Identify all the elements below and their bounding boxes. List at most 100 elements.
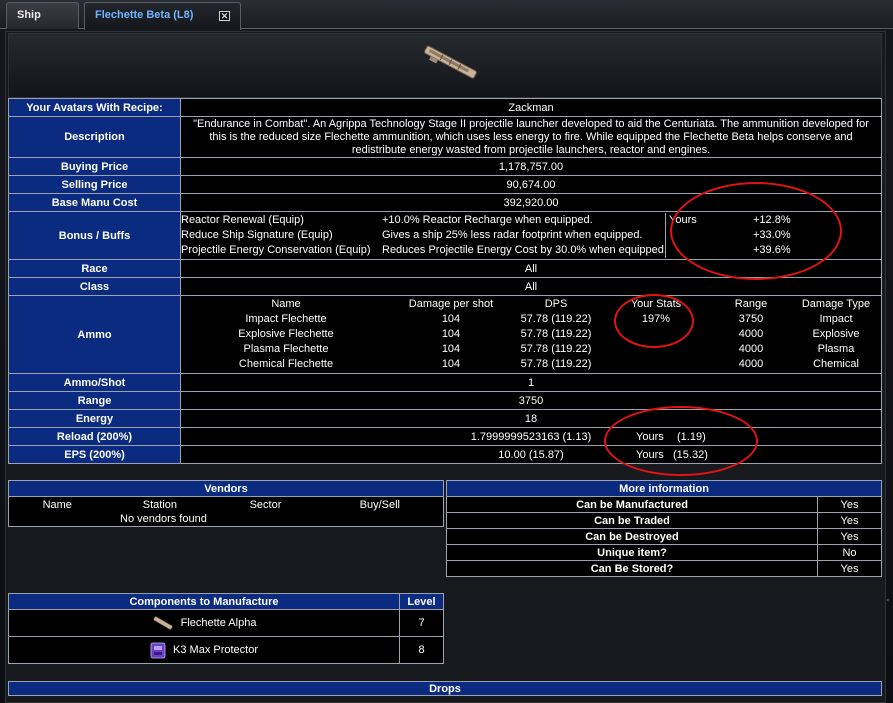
component-name-cell[interactable]: K3 Max Protector: [8, 636, 400, 664]
buying-price-label: Buying Price: [8, 157, 181, 176]
ammo-name: Chemical Flechette: [238, 358, 334, 370]
ammo-range: 3750: [738, 313, 764, 325]
component-name-cell[interactable]: Flechette Alpha: [8, 609, 400, 637]
ammo-range: 4000: [738, 343, 764, 355]
avatars-value: Zackman: [180, 98, 882, 117]
component-level: 8: [399, 636, 444, 664]
components-level-header: Level: [399, 593, 444, 610]
component-name[interactable]: Flechette Alpha: [181, 617, 257, 629]
buying-price-value: 1,178,757.00: [180, 157, 882, 176]
ammo-header: Damage per shot: [408, 298, 494, 310]
class-value: All: [180, 277, 882, 296]
ammo-name: Plasma Flechette: [243, 343, 329, 355]
reload-yours-value: (1.19): [677, 430, 706, 443]
base-manu-cost-row: Base Manu Cost 392,920.00: [8, 193, 882, 212]
more-info-label: Can be Destroyed: [446, 528, 818, 545]
component-row[interactable]: K3 Max Protector 8: [8, 636, 444, 664]
energy-label: Energy: [8, 409, 181, 428]
base-manu-cost-value: 392,920.00: [180, 193, 882, 212]
tab-label: Flechette Beta (L8): [95, 9, 194, 21]
ammo-cell: Name Damage per shot DPS Your Stats Rang…: [180, 295, 882, 374]
tab-ship-view[interactable]: Ship View: [6, 2, 79, 46]
reload-value: 1.7999999523163 (1.13): [470, 430, 592, 443]
ammo-dps: 57.78 (119.22): [520, 328, 592, 340]
ammo-range: 4000: [738, 358, 764, 370]
vendors-empty-message: No vendors found: [8, 512, 444, 527]
bonus-label: Bonus / Buffs: [8, 211, 181, 260]
tab-flechette-beta[interactable]: Flechette Beta (L8) ✕: [84, 2, 241, 30]
energy-row: Energy 18: [8, 409, 882, 428]
more-info-label: Unique item?: [446, 544, 818, 561]
ammo-shot-value: 1: [180, 373, 882, 392]
ammo-name: Explosive Flechette: [238, 328, 334, 340]
eps-label: EPS (200%): [8, 445, 181, 464]
vendors-header-station: Station: [105, 496, 215, 513]
race-label: Race: [8, 259, 181, 278]
flechette-launcher-icon: [152, 616, 173, 630]
more-info-label: Can be Traded: [446, 512, 818, 529]
eps-cell: 10.00 (15.87) Yours (15.32): [180, 445, 882, 464]
bonus-name: Projectile Energy Conservation (Equip): [181, 244, 371, 256]
ammo-range: 4000: [738, 328, 764, 340]
bonus-yours-value: +33.0%: [753, 229, 791, 241]
more-info-label: Can be Manufactured: [446, 496, 818, 513]
ammo-header: Your Stats: [630, 298, 682, 310]
ammo-row: Ammo Name Damage per shot DPS Your Stats…: [8, 295, 882, 374]
ammo-your-stats: 197%: [641, 313, 671, 325]
vendors-header-sector: Sector: [214, 496, 317, 513]
ammo-shot-row: Ammo/Shot 1: [8, 373, 882, 392]
eps-yours-label: Yours: [636, 448, 664, 461]
ammo-header: Range: [734, 298, 768, 310]
bonus-yours-label: Yours: [665, 213, 753, 228]
reload-yours-label: Yours: [636, 430, 664, 443]
drops-table: Drops: [8, 681, 882, 696]
vendors-header-buysell: Buy/Sell: [316, 496, 444, 513]
description-row: Description "Endurance in Combat". An Ag…: [8, 116, 882, 158]
race-value: All: [180, 259, 882, 278]
flechette-launcher-icon: [424, 45, 477, 79]
bonus-effect: Reduces Projectile Energy Cost by 30.0% …: [382, 244, 667, 256]
close-tab-icon[interactable]: ✕: [219, 11, 230, 21]
ammo-type: Impact: [819, 313, 853, 325]
more-info-value: Yes: [817, 512, 882, 529]
ammo-your-stats: [601, 342, 711, 357]
component-level: 7: [399, 609, 444, 637]
more-info-label: Can Be Stored?: [446, 560, 818, 577]
ammo-damage: 104: [441, 313, 461, 325]
description-value: "Endurance in Combat". An Agrippa Techno…: [180, 116, 882, 158]
bonus-name: Reduce Ship Signature (Equip): [181, 229, 333, 241]
avatars-label: Your Avatars With Recipe:: [8, 98, 181, 117]
bonus-name: Reactor Renewal (Equip): [181, 214, 304, 226]
ammo-label: Ammo: [8, 295, 181, 374]
range-label: Range: [8, 391, 181, 410]
component-name[interactable]: K3 Max Protector: [173, 644, 258, 656]
bonus-yours-label: [665, 243, 753, 258]
components-table: Components to Manufacture Level Flechett…: [8, 593, 444, 664]
reload-row: Reload (200%) 1.7999999523163 (1.13) You…: [8, 427, 882, 446]
ammo-type: Plasma: [817, 343, 855, 355]
ammo-damage: 104: [441, 358, 461, 370]
ammo-your-stats: [601, 327, 711, 342]
vendors-table: Vendors Name Station Sector Buy/Sell No …: [8, 480, 444, 527]
more-info-value: Yes: [817, 528, 882, 545]
class-row: Class All: [8, 277, 882, 296]
components-title: Components to Manufacture: [8, 593, 400, 610]
ammo-dps: 57.78 (119.22): [520, 343, 592, 355]
more-info-value: Yes: [817, 496, 882, 513]
bonus-yours-value: +12.8%: [753, 214, 791, 226]
component-row[interactable]: Flechette Alpha 7: [8, 609, 444, 637]
more-info-table: More information Can be Manufactured Yes …: [446, 480, 882, 577]
range-row: Range 3750: [8, 391, 882, 410]
ammo-damage: 104: [441, 343, 461, 355]
selling-price-value: 90,674.00: [180, 175, 882, 194]
ammo-damage: 104: [441, 328, 461, 340]
item-info-table: Your Avatars With Recipe: Zackman Descri…: [8, 98, 882, 464]
race-row: Race All: [8, 259, 882, 278]
more-info-title: More information: [446, 480, 882, 497]
ammo-your-stats: [601, 357, 711, 372]
bonus-row: Bonus / Buffs Reactor Renewal (Equip) +1…: [8, 211, 882, 260]
base-manu-cost-label: Base Manu Cost: [8, 193, 181, 212]
ammo-name: Impact Flechette: [245, 313, 327, 325]
more-info-value: Yes: [817, 560, 882, 577]
reload-label: Reload (200%): [8, 427, 181, 446]
